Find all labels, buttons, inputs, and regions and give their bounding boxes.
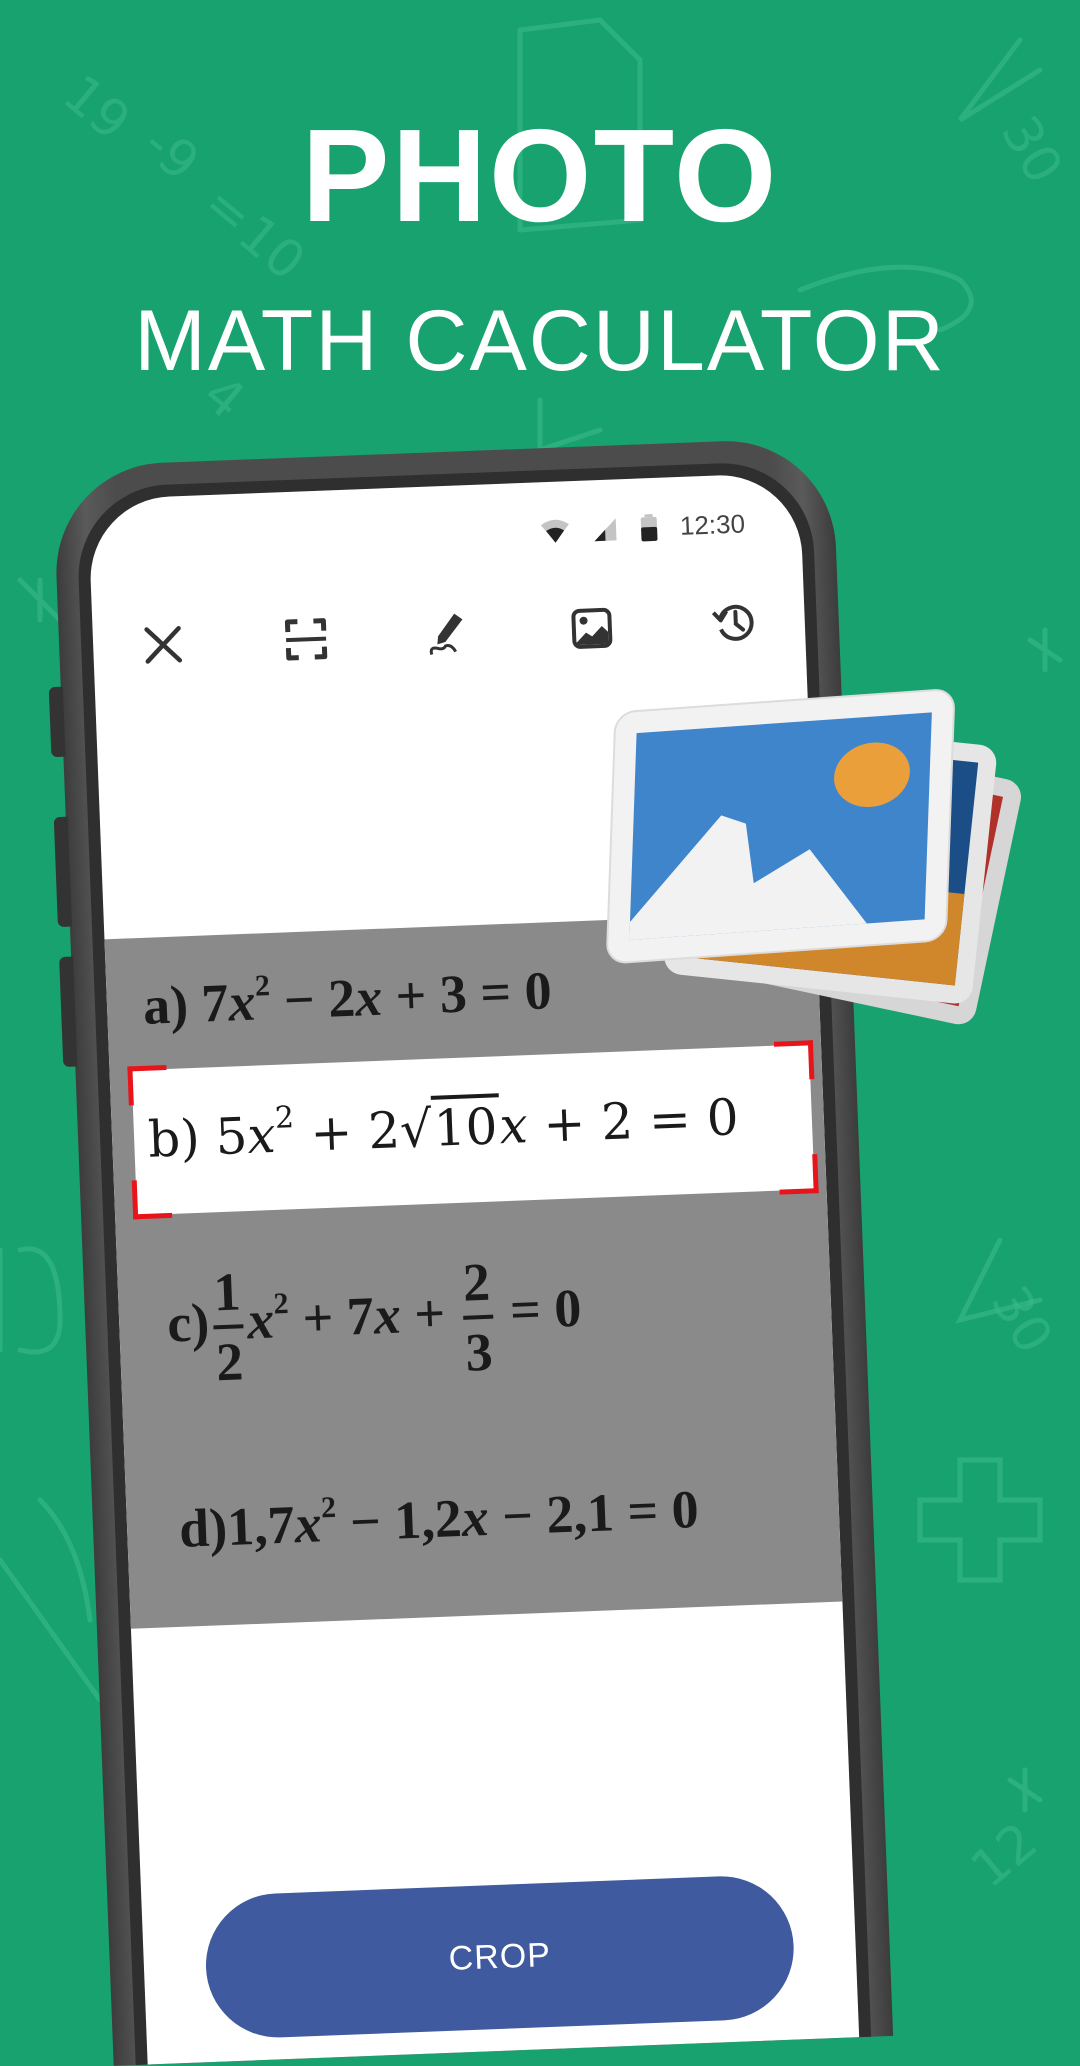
signal-icon xyxy=(594,517,617,541)
gallery-button[interactable] xyxy=(561,597,623,659)
toolbar xyxy=(132,592,766,676)
scan-button[interactable] xyxy=(275,608,337,670)
handwriting-button[interactable] xyxy=(418,603,480,665)
wifi-icon xyxy=(540,519,569,543)
crop-handle-bottom-left[interactable] xyxy=(131,1178,173,1220)
equation-c: c) 1 2 x2 + 7x + 23 = 0 xyxy=(166,1251,583,1393)
crop-handle-top-left[interactable] xyxy=(127,1065,168,1106)
close-button[interactable] xyxy=(132,614,194,676)
phone-volume-up-button xyxy=(53,816,72,928)
history-button[interactable] xyxy=(704,592,766,654)
crop-handle-bottom-right[interactable] xyxy=(778,1154,819,1195)
close-icon xyxy=(144,625,183,664)
image-icon xyxy=(571,607,613,649)
battery-icon xyxy=(640,513,658,541)
equation-d: d)1,7x2 − 1,2x − 2,1 = 0 xyxy=(177,1478,700,1559)
svg-text:12: 12 xyxy=(960,1811,1049,1899)
equation-a: a) 7x2 − 2x + 3 = 0 xyxy=(141,960,553,1036)
hero-title: PHOTO xyxy=(301,102,779,249)
status-bar: 12:30 xyxy=(539,508,746,547)
hero-subtitle: MATH CACULATOR xyxy=(134,293,946,389)
scan-frame-icon xyxy=(284,618,328,661)
crop-button[interactable]: CROP xyxy=(203,1873,797,2041)
gallery-illustration-icon xyxy=(606,689,1022,1025)
status-time: 12:30 xyxy=(679,508,746,541)
pen-icon xyxy=(429,613,463,655)
history-icon xyxy=(711,604,754,641)
equation-b: b) 5x2 + 2√10x + 2 = 0 xyxy=(147,1088,740,1169)
phone-volume-down-button xyxy=(59,956,78,1067)
svg-text:30: 30 xyxy=(979,1277,1064,1364)
phone-side-button xyxy=(48,686,66,758)
